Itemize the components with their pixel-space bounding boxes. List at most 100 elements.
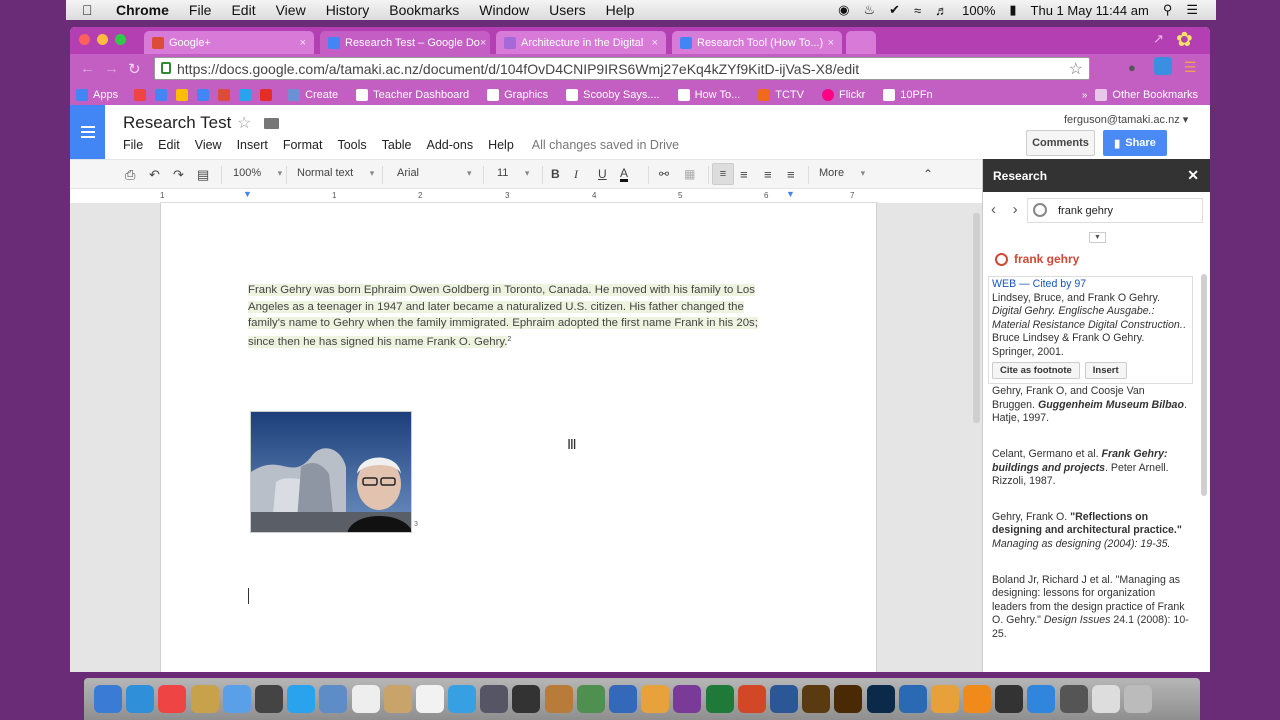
collapse-toolbar-icon[interactable]: ⌃: [923, 167, 933, 181]
appstore-icon[interactable]: [1027, 685, 1056, 713]
itunes-icon[interactable]: [448, 685, 477, 713]
record-icon[interactable]: ◉: [838, 2, 849, 18]
finder-icon[interactable]: [94, 685, 122, 713]
justify-icon[interactable]: ≡: [787, 167, 795, 182]
document-title[interactable]: Research Test: [123, 113, 231, 133]
tab-architecture[interactable]: Architecture in the Digital ×: [496, 31, 666, 54]
reload-icon[interactable]: ↻: [128, 60, 141, 78]
print-icon[interactable]: ⎙: [125, 167, 135, 183]
word-icon[interactable]: [769, 685, 798, 713]
spotlight-icon[interactable]: ⚲: [1163, 2, 1173, 18]
volume-icon[interactable]: ♬: [935, 3, 948, 18]
footnote-ref[interactable]: 2: [507, 336, 511, 343]
result-item[interactable]: Boland Jr, Richard J et al. "Managing as…: [988, 574, 1193, 642]
pencil-icon[interactable]: [930, 685, 959, 713]
fullscreen-icon[interactable]: ↗: [1153, 31, 1164, 47]
italic-icon[interactable]: I: [574, 167, 578, 182]
cite-as-footnote-button[interactable]: Cite as footnote: [992, 361, 1080, 380]
apple-icon[interactable]: : [82, 2, 104, 18]
gear-icon[interactable]: [1033, 203, 1047, 217]
bridge-icon[interactable]: [802, 685, 831, 713]
safari-icon[interactable]: [126, 685, 155, 713]
onenote-icon[interactable]: [673, 685, 702, 713]
twitter-icon[interactable]: [239, 89, 252, 101]
bookmark-how-to[interactable]: How To...: [677, 89, 740, 101]
result-item[interactable]: Gehry, Frank O, and Coosje Van Bruggen. …: [988, 385, 1193, 426]
close-tab-icon[interactable]: ×: [828, 37, 834, 49]
wifi-icon[interactable]: ≈: [914, 3, 921, 18]
result-source[interactable]: WEB — Cited by 97: [992, 278, 1189, 292]
bookmark-tctv[interactable]: TCTV: [758, 89, 804, 101]
close-icon[interactable]: ✕: [1187, 167, 1199, 184]
menu-view[interactable]: View: [276, 2, 306, 18]
align-center-icon[interactable]: ≡: [740, 167, 748, 182]
back-icon[interactable]: ←: [80, 60, 95, 77]
imovie-icon[interactable]: [512, 685, 541, 713]
result-item[interactable]: Celant, Germano et al. Frank Gehry: buil…: [988, 448, 1193, 489]
frank-gehry-image[interactable]: [250, 411, 412, 533]
calendar-icon[interactable]: [415, 685, 444, 713]
docs-menu-insert[interactable]: Insert: [237, 138, 268, 152]
bookmark-10pfn[interactable]: 10PFn: [883, 89, 933, 101]
bold-icon[interactable]: B: [551, 167, 560, 181]
chrome-menu-icon[interactable]: ☰: [1184, 59, 1197, 76]
menu-users[interactable]: Users: [549, 2, 586, 18]
font-select[interactable]: Arial ▾: [397, 167, 472, 179]
result-item[interactable]: Gehry, Frank O. "Reflections on designin…: [988, 511, 1193, 552]
undo-icon[interactable]: ↶: [149, 167, 160, 183]
illustrator-icon[interactable]: [834, 685, 863, 713]
twitter-icon[interactable]: [287, 685, 316, 713]
garageband-icon[interactable]: [544, 685, 573, 713]
iphoto-icon[interactable]: [480, 685, 509, 713]
font-size-select[interactable]: 11: [497, 167, 529, 179]
forward-icon[interactable]: ›: [1013, 201, 1018, 218]
screenshot-icon[interactable]: [1059, 685, 1088, 713]
menu-bookmarks[interactable]: Bookmarks: [389, 2, 459, 18]
calendar-icon[interactable]: [155, 89, 168, 101]
folder-icon[interactable]: [264, 118, 279, 129]
preview-icon[interactable]: [190, 685, 219, 713]
tab-research-tool[interactable]: Research Tool (How To...) ×: [672, 31, 842, 54]
bookmark-graphics[interactable]: Graphics: [487, 89, 548, 101]
mail-icon[interactable]: [319, 685, 348, 713]
bookmark-scooby-says[interactable]: Scooby Says....: [566, 89, 660, 101]
close-window-icon[interactable]: [79, 34, 90, 45]
keynote-icon[interactable]: [609, 685, 637, 713]
tab-google-plus[interactable]: Google+ ×: [144, 31, 314, 54]
document-page[interactable]: Frank Gehry was born Ephraim Owen Goldbe…: [160, 203, 877, 672]
star-icon[interactable]: ☆: [237, 113, 251, 133]
bookmark-teacher-dashboard[interactable]: Teacher Dashboard: [356, 89, 469, 101]
docs-menu-tools[interactable]: Tools: [337, 138, 366, 152]
check-icon[interactable]: ✔: [889, 2, 900, 18]
docs-menu-addons[interactable]: Add-ons: [427, 138, 474, 152]
notification-icon[interactable]: ♨: [863, 2, 875, 18]
acrobat-icon[interactable]: [1091, 685, 1120, 713]
profile-avatar-icon[interactable]: ✿: [1176, 27, 1193, 52]
quicktime-icon[interactable]: [898, 685, 927, 713]
more-bookmarks-icon[interactable]: »: [1082, 90, 1088, 101]
link-icon[interactable]: ⚯: [659, 167, 669, 181]
menu-window[interactable]: Window: [479, 2, 529, 18]
google-plus-icon[interactable]: [218, 89, 231, 101]
underline-icon[interactable]: U: [598, 167, 607, 181]
clock[interactable]: Thu 1 May 11:44 am: [1031, 3, 1149, 18]
gmail-icon[interactable]: [134, 89, 147, 101]
menu-edit[interactable]: Edit: [231, 2, 255, 18]
tab-research-test[interactable]: Research Test – Google Do ×: [320, 31, 490, 54]
research-scrollbar[interactable]: [1201, 274, 1207, 496]
messages-icon[interactable]: [222, 685, 251, 713]
left-indent-marker[interactable]: ▼: [243, 189, 252, 199]
battery-level[interactable]: 100%: [962, 3, 995, 18]
new-tab-button[interactable]: [846, 31, 876, 54]
photoshop-icon[interactable]: [866, 685, 895, 713]
close-tab-icon[interactable]: ×: [652, 37, 658, 49]
filter-dropdown[interactable]: ▼: [1089, 232, 1106, 243]
chrome-icon[interactable]: [158, 685, 187, 713]
align-right-icon[interactable]: ≡: [764, 167, 772, 182]
align-left-icon[interactable]: ≡: [712, 163, 734, 185]
numbers-icon[interactable]: [576, 685, 605, 713]
docs-menu-view[interactable]: View: [195, 138, 222, 152]
insert-button[interactable]: Insert: [1084, 361, 1127, 380]
address-bar[interactable]: https://docs.google.com/a/tamaki.ac.nz/d…: [154, 57, 1090, 80]
google-icon[interactable]: [197, 89, 210, 101]
